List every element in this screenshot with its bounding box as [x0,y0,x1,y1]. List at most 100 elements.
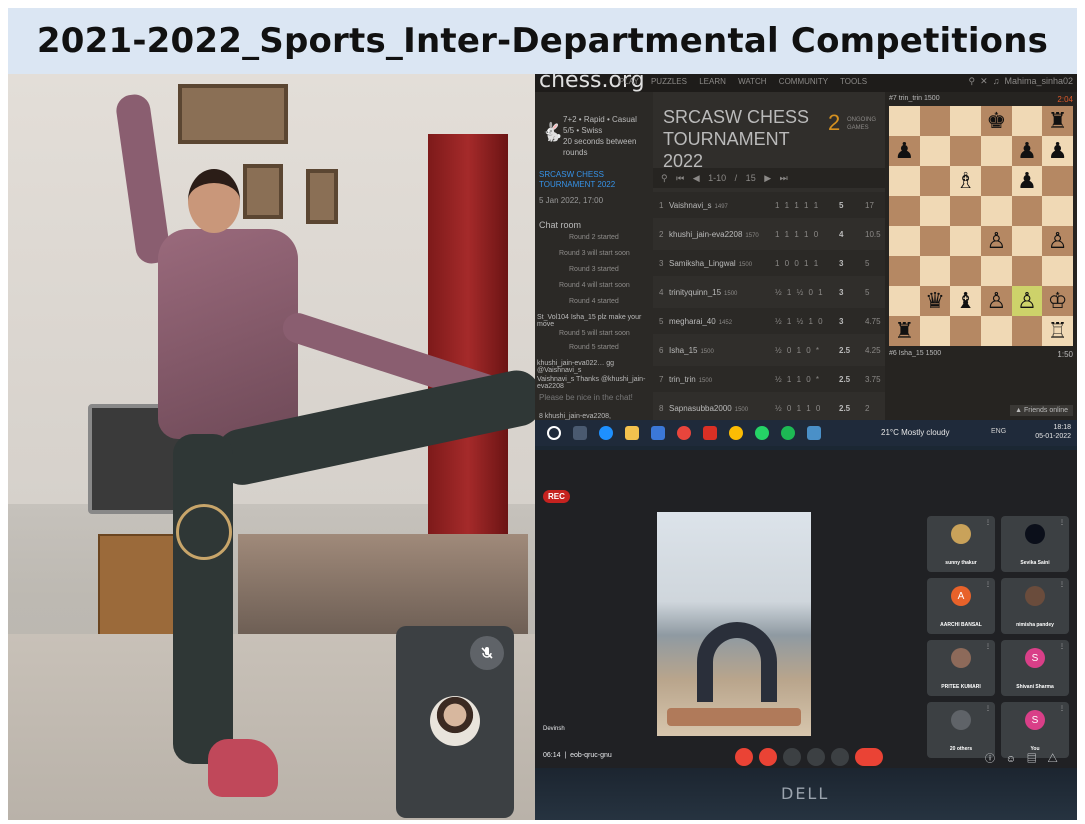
board-square[interactable]: ♟ [1011,166,1043,196]
board-square[interactable]: ♟ [1011,136,1043,166]
board-square[interactable]: ♜ [889,316,920,346]
board-square[interactable] [950,106,981,136]
leave-call-button[interactable] [855,748,883,766]
player-username[interactable]: Isha_15 [669,346,697,355]
board-square[interactable] [889,196,920,226]
chess-piece[interactable]: ♙ [1048,230,1068,252]
player-username[interactable]: trin_trin [669,375,696,384]
top-player-name[interactable]: #7 trin_trin 1500 [889,95,940,102]
search-icon[interactable]: ⚲ [969,76,976,86]
first-page-icon[interactable]: ⏮ [676,173,684,183]
board-square[interactable] [980,196,1012,226]
activities-icon[interactable]: △ [1048,754,1058,765]
board-square[interactable]: ♗ [950,166,981,196]
chat-room-title[interactable]: Chat room [539,220,581,230]
nav-community[interactable]: COMMUNITY [779,77,828,86]
chess-board[interactable]: ♚ ♜ ♟ ♟ ♟ ♗ ♟ ♙ ♙ ♛ ♝ ♙ ♙ ♔ ♜ ♖ [889,106,1073,346]
chess-piece[interactable]: ♟ [1017,140,1037,162]
board-square[interactable] [919,106,951,136]
file-explorer-icon[interactable] [625,426,639,440]
meeting-code[interactable]: eob-qruc-gnu [570,752,612,759]
board-square[interactable] [1011,196,1043,226]
swords-icon[interactable]: ✕ [980,76,988,86]
player-username[interactable]: Samiksha_Lingwal [669,259,736,268]
tournament-link[interactable]: SRCASW CHESS TOURNAMENT 2022 [539,170,649,190]
tile-menu-icon[interactable]: ⋮ [1059,581,1065,588]
board-square[interactable]: ♙ [980,286,1012,316]
system-clock[interactable]: 18:18 05-01-2022 [1035,423,1071,441]
participant-tile[interactable]: ⋮ A AARCHI BANSAL [927,578,995,634]
chess-piece[interactable]: ♟ [894,140,914,162]
next-page-icon[interactable]: ▶ [764,173,771,183]
board-square[interactable] [1011,316,1043,346]
chess-piece[interactable]: ♜ [894,320,914,342]
board-square[interactable] [1042,196,1073,226]
participant-tile[interactable]: ⋮ Sevika Saini [1001,516,1069,572]
task-view-icon[interactable] [573,426,587,440]
raise-hand-button[interactable] [783,748,801,766]
self-view-tile[interactable] [396,626,514,818]
table-row[interactable]: 4 trinityquinn_15 1500 ½ 1 ½ 0 1 3 5 [653,279,885,305]
meeting-details[interactable]: 06:14 | eob-qruc-gnu [543,752,612,759]
board-square[interactable] [889,256,920,286]
table-row[interactable]: 6 Isha_15 1500 ½ 0 1 0 * 2.5 4.25 [653,337,885,363]
board-square[interactable] [919,226,951,256]
board-square[interactable]: ♝ [950,286,981,316]
mic-button[interactable] [735,748,753,766]
table-row[interactable]: 5 megharai_40 1452 ½ 1 ½ 1 0 3 4.75 [653,308,885,334]
board-square[interactable] [1011,226,1043,256]
chess-piece[interactable]: ♔ [1048,290,1068,312]
board-square[interactable] [980,166,1012,196]
board-square[interactable] [950,316,981,346]
bell-icon[interactable]: ♫ [993,76,1000,86]
tile-menu-icon[interactable]: ⋮ [985,643,991,650]
board-square[interactable]: ♟ [1042,136,1073,166]
board-square[interactable] [980,136,1012,166]
table-row[interactable]: 2 khushi_jain-eva2208 1570 1 1 1 1 0 4 10.5 [653,221,885,247]
board-square[interactable] [889,226,920,256]
whatsapp-icon[interactable] [755,426,769,440]
chess-piece[interactable]: ♝ [956,290,976,312]
chat-icon[interactable]: ▤ [1027,754,1037,765]
camera-button[interactable] [759,748,777,766]
mic-off-icon[interactable] [470,636,504,670]
nav-watch[interactable]: WATCH [738,77,766,86]
board-square[interactable] [889,166,920,196]
username[interactable]: Mahima_sinha02 [1004,76,1073,86]
chess-piece[interactable]: ♛ [925,290,945,312]
info-icon[interactable]: ⓘ [985,754,995,765]
board-square[interactable]: ♙ [1042,226,1073,256]
board-square[interactable] [919,166,951,196]
board-square[interactable] [950,256,981,286]
mail-icon[interactable] [651,426,665,440]
board-square[interactable]: ♔ [1042,286,1073,316]
edge-icon[interactable] [599,426,613,440]
board-square[interactable] [889,106,920,136]
tile-menu-icon[interactable]: ⋮ [1059,519,1065,526]
language-indicator[interactable]: ENG [991,428,1006,435]
app-icon[interactable] [703,426,717,440]
weather-widget[interactable]: 21°C Mostly cloudy [881,428,950,437]
board-square[interactable]: ♜ [1042,106,1073,136]
tile-menu-icon[interactable]: ⋮ [985,581,991,588]
bottom-player-name[interactable]: #6 Isha_15 1500 [889,350,941,357]
board-square[interactable] [919,196,951,226]
board-square[interactable]: ♖ [1042,316,1073,346]
nav-puzzles[interactable]: PUZZLES [651,77,687,86]
present-button[interactable] [807,748,825,766]
standings-pager[interactable]: ⚲ ⏮ ◀ 1-10 / 15 ▶ ⏭ [653,168,885,188]
player-username[interactable]: Vaishnavi_s [669,201,712,210]
tile-menu-icon[interactable]: ⋮ [985,519,991,526]
board-square[interactable]: ♟ [889,136,920,166]
meet-side-controls[interactable]: ⓘ ☺ ▤ △ [985,750,1058,765]
nav-play[interactable]: PLAY [619,77,639,86]
chess-piece[interactable]: ♟ [1017,170,1037,192]
more-options-button[interactable] [831,748,849,766]
chess-piece[interactable]: ♚ [986,110,1006,132]
player-username[interactable]: khushi_jain-eva2208 [669,230,742,239]
search-icon[interactable]: ⚲ [661,173,668,183]
chess-nav-links[interactable]: PLAY PUZZLES LEARN WATCH COMMUNITY TOOLS [619,77,867,86]
board-square[interactable] [1042,256,1073,286]
active-app-icon[interactable] [807,426,821,440]
board-square[interactable]: ♚ [980,106,1012,136]
